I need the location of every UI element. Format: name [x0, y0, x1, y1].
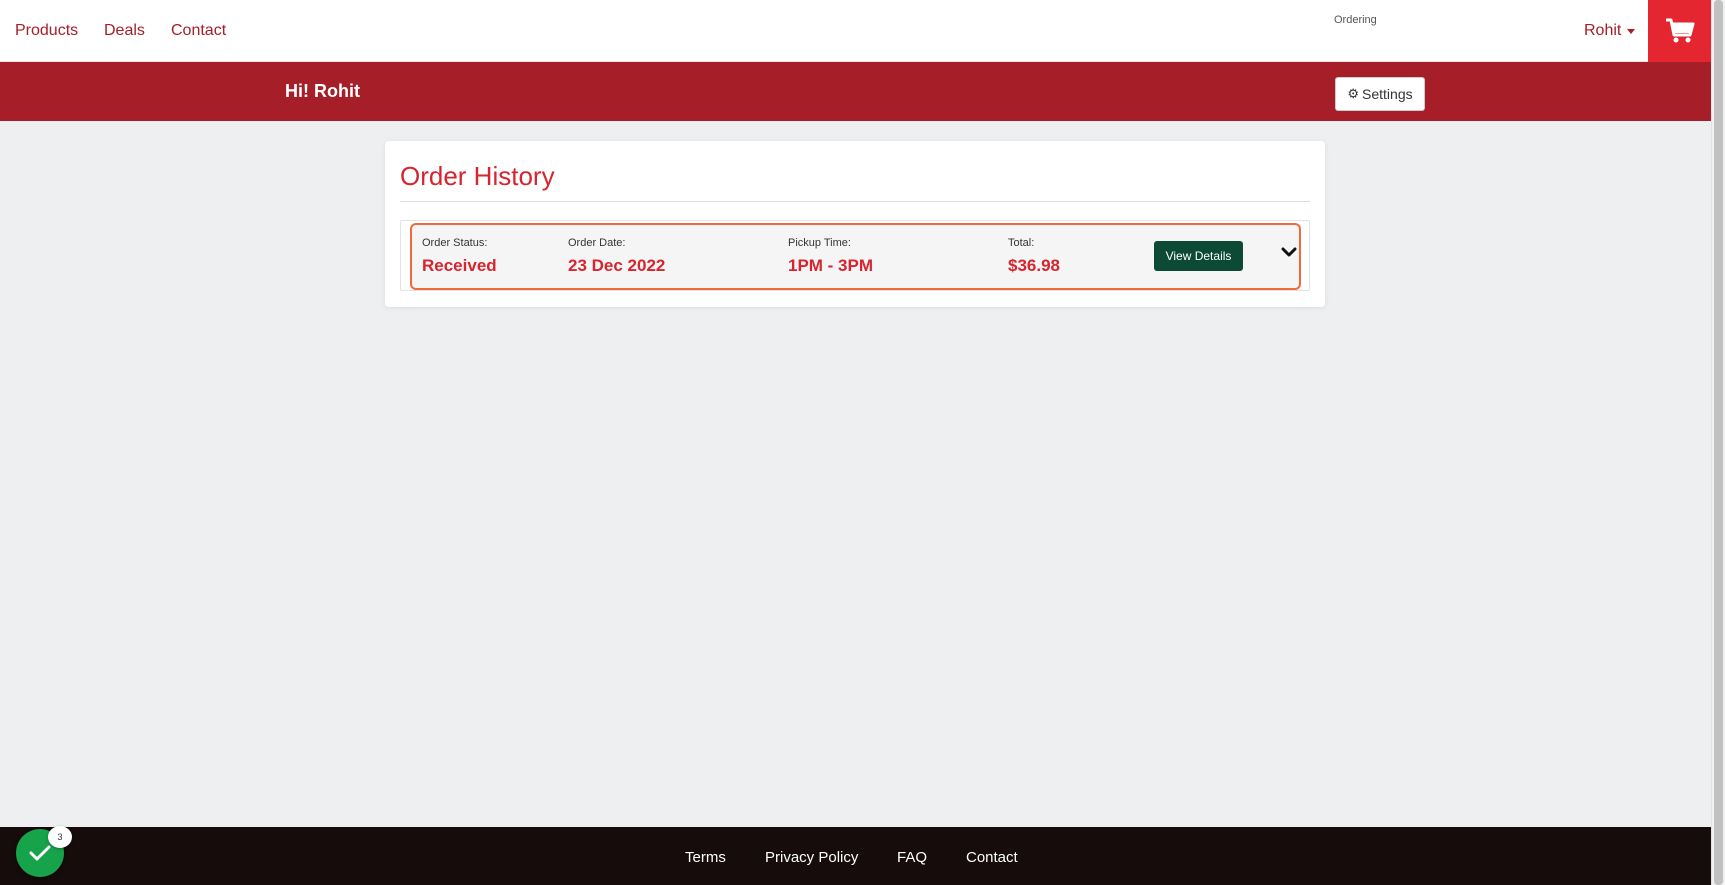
checkmark-icon — [29, 845, 51, 861]
pickup-time-value: 1PM - 3PM — [788, 256, 874, 275]
footer: Terms Privacy Policy FAQ Contact — [0, 827, 1711, 885]
order-total-value: $36.98 — [1008, 256, 1060, 275]
order-date-label: Order Date: — [568, 237, 626, 249]
order-total-label: Total: — [1008, 237, 1035, 249]
order-date-value: 23 Dec 2022 — [568, 256, 666, 275]
caret-down-icon — [1627, 28, 1636, 34]
footer-link-privacy-policy[interactable]: Privacy Policy — [765, 849, 858, 866]
settings-label: Settings — [1362, 86, 1413, 102]
order-row[interactable]: Order Status: Received Order Date: 23 De… — [410, 223, 1301, 290]
view-details-button[interactable]: View Details — [1154, 241, 1243, 271]
order-panel: Order Status: Received Order Date: 23 De… — [400, 220, 1310, 291]
greeting-text: Hi! Rohit — [285, 81, 360, 101]
nav-link-products[interactable]: Products — [15, 22, 78, 40]
footer-link-contact[interactable]: Contact — [966, 849, 1018, 866]
order-date: Order Date: 23 Dec 2022 — [568, 237, 665, 276]
title-divider — [400, 201, 1310, 202]
pickup-time-label: Pickup Time: — [788, 237, 851, 249]
chevron-down-icon[interactable] — [1280, 243, 1298, 261]
order-status-value: Received — [422, 256, 497, 275]
gear-icon: ⚙ — [1347, 86, 1360, 101]
cart-button[interactable] — [1648, 0, 1711, 62]
settings-button[interactable]: ⚙ Settings — [1335, 77, 1425, 111]
nav-link-contact[interactable]: Contact — [171, 22, 226, 40]
order-status: Order Status: Received — [422, 237, 497, 276]
ordering-label: Ordering — [1334, 14, 1377, 26]
welcome-banner: Hi! Rohit ⚙ Settings — [0, 62, 1711, 121]
page-title: Order History — [400, 161, 555, 191]
nav-link-deals[interactable]: Deals — [104, 22, 145, 40]
pickup-time: Pickup Time: 1PM - 3PM — [788, 237, 873, 276]
scrollbar-thumb[interactable] — [1714, 0, 1723, 885]
shopping-cart-icon — [1665, 18, 1694, 43]
vertical-scrollbar[interactable] — [1711, 0, 1725, 885]
order-history-card: Order History Order Status: Received Ord… — [385, 141, 1325, 307]
footer-link-terms[interactable]: Terms — [685, 849, 726, 866]
top-navbar: Products Deals Contact Ordering Rohit — [0, 0, 1711, 62]
order-status-label: Order Status: — [422, 237, 488, 249]
footer-link-faq[interactable]: FAQ — [897, 849, 927, 866]
notification-badge: 3 — [48, 826, 72, 848]
user-name: Rohit — [1584, 22, 1622, 39]
user-menu-dropdown[interactable]: Rohit — [1584, 22, 1636, 40]
order-total: Total: $36.98 — [1008, 237, 1060, 276]
